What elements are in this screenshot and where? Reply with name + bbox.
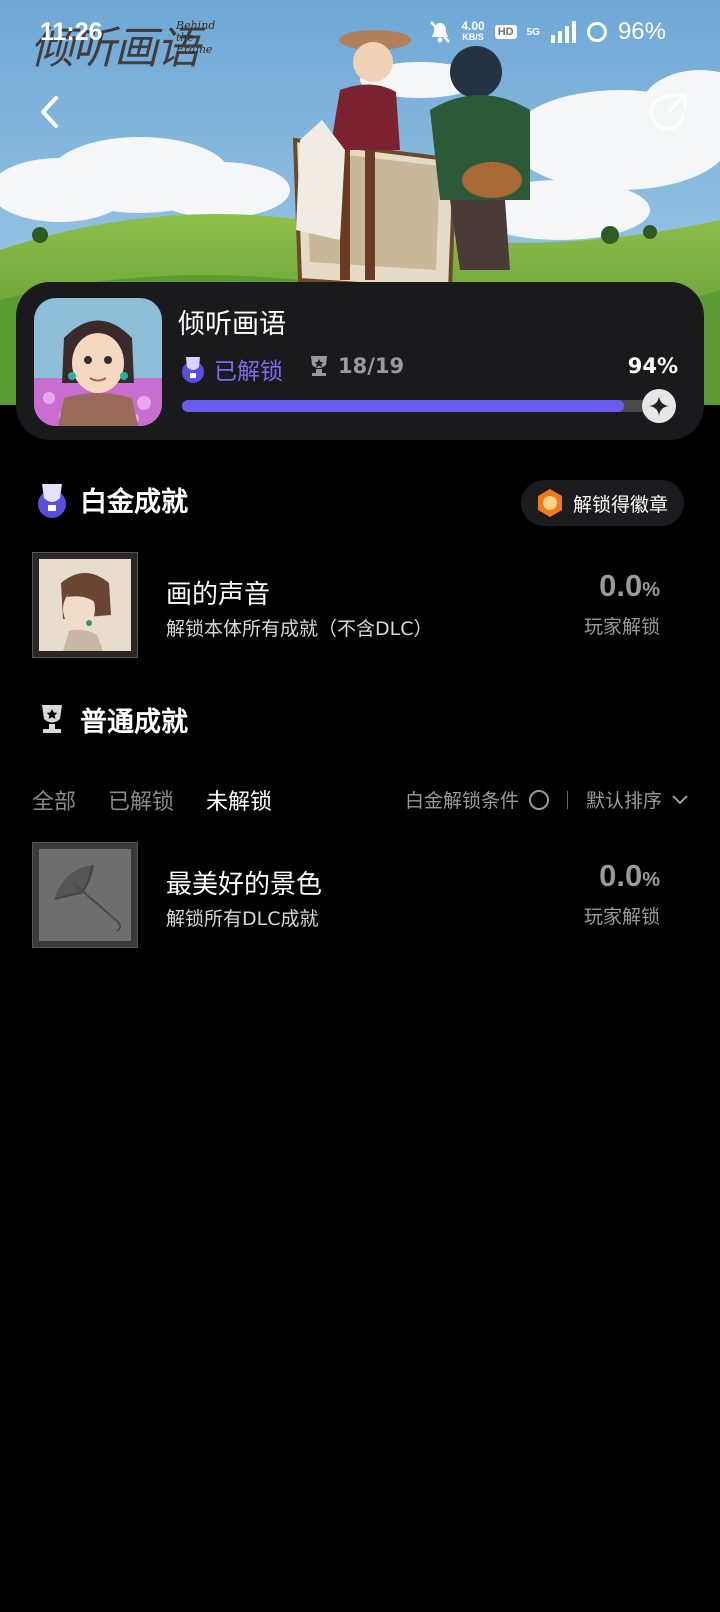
platinum-section-title: 白金成就	[80, 487, 188, 518]
progress-fill	[182, 400, 624, 412]
game-card: 倾听画语 已解锁 18/19 94%	[16, 282, 704, 440]
achievement-art	[33, 553, 137, 657]
unlock-badge-label: 解锁得徽章	[572, 493, 668, 516]
achievement-name: 最美好的景色	[166, 870, 323, 900]
platinum-achievement-item[interactable]: 画的声音 解锁本体所有成就（不含DLC） 0.0% 玩家解锁	[32, 552, 688, 660]
achievement-description: 解锁所有DLC成就	[166, 908, 319, 930]
game-cover-art	[34, 298, 162, 426]
net-speed-unit: KB/S	[462, 32, 484, 42]
signal-icon	[550, 21, 576, 43]
achievement-thumbnail	[32, 552, 138, 658]
trophy-count-text: 18/19	[338, 354, 405, 378]
progress-percent: 94%	[627, 354, 678, 378]
network-type: 5G	[526, 26, 540, 38]
achievement-rate-unit: %	[642, 579, 660, 601]
battery-ring-icon	[586, 22, 607, 42]
achievement-rate: 0.0%	[599, 858, 660, 894]
game-cover-image[interactable]	[34, 298, 162, 426]
trophy-icon	[311, 356, 327, 376]
filter-tabs: 全部 已解锁 未解锁	[32, 784, 272, 816]
battery-text: 96%	[617, 18, 666, 45]
net-speed-value: 4.00	[461, 19, 485, 33]
trophy-count: 18/19	[308, 354, 404, 378]
platinum-section-header: 白金成就	[34, 480, 188, 519]
divider	[566, 790, 568, 809]
radio-icon[interactable]	[528, 789, 549, 810]
unlock-status: 已解锁	[178, 352, 283, 386]
tab-all[interactable]: 全部	[32, 784, 76, 816]
umbrella-art-icon	[33, 843, 137, 947]
mute-bell-icon	[430, 21, 451, 43]
normal-section-header: 普通成就	[34, 700, 188, 739]
achievement-rate: 0.0%	[599, 568, 660, 604]
filter-options: 白金解锁条件 默认排序	[405, 786, 688, 813]
status-time: 11:26	[40, 18, 103, 46]
tab-locked[interactable]: 未解锁	[206, 784, 272, 816]
game-title: 倾听画语	[178, 309, 286, 340]
hd-badge: HD	[494, 25, 517, 39]
trophy-icon	[42, 704, 62, 733]
share-icon	[649, 93, 687, 131]
achievement-description: 解锁本体所有成就（不含DLC）	[166, 618, 433, 640]
sort-label[interactable]: 默认排序	[586, 786, 662, 813]
badge-icon	[537, 489, 562, 517]
progress-bar	[182, 400, 652, 412]
chevron-down-icon[interactable]	[672, 794, 688, 805]
achievement-rate-value: 0.0	[599, 858, 643, 893]
sparkle-icon	[649, 396, 669, 416]
achievement-rate-unit: %	[642, 869, 660, 891]
achievement-rate-value: 0.0	[599, 568, 643, 603]
chevron-left-icon	[41, 96, 58, 128]
status-icons: 4.00 KB/S HD 5G 96%	[429, 18, 666, 46]
normal-section-title: 普通成就	[80, 707, 188, 738]
platinum-condition-label[interactable]: 白金解锁条件	[405, 786, 519, 813]
unlock-badge-button[interactable]: 解锁得徽章	[520, 480, 684, 526]
normal-achievement-item[interactable]: 最美好的景色 解锁所有DLC成就 0.0% 玩家解锁	[32, 842, 688, 950]
unlock-status-label: 已解锁	[214, 359, 283, 385]
share-button[interactable]	[644, 88, 692, 136]
progress-star-knob	[642, 389, 676, 423]
achievement-rate-label: 玩家解锁	[583, 616, 660, 638]
platinum-trophy-icon	[182, 357, 204, 383]
achievement-thumbnail	[32, 842, 138, 948]
status-bar: 11:26 4.00 KB/S HD 5G 96%	[0, 0, 720, 64]
tab-unlocked[interactable]: 已解锁	[108, 784, 174, 816]
platinum-trophy-icon	[38, 483, 66, 518]
achievement-rate-label: 玩家解锁	[583, 906, 660, 928]
net-speed: 4.00 KB/S	[461, 19, 485, 43]
achievement-name: 画的声音	[166, 580, 271, 610]
back-button[interactable]	[26, 88, 74, 136]
